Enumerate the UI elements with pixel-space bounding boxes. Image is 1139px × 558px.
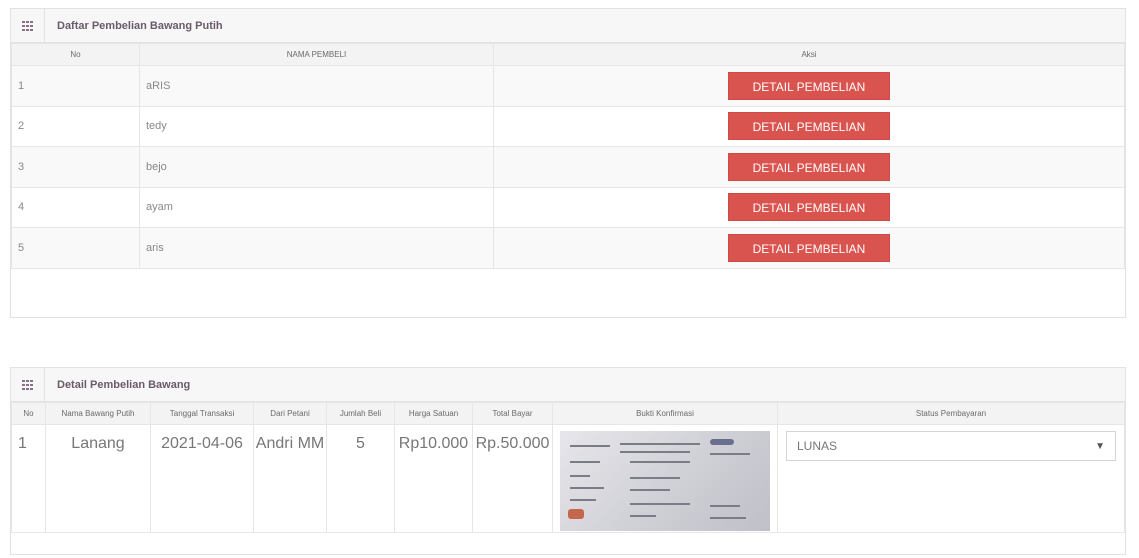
column-header-nama-bawang-putih: Nama Bawang Putih bbox=[45, 402, 151, 425]
row-number: 2 bbox=[11, 105, 140, 147]
row-number: 5 bbox=[11, 227, 140, 269]
table-grid-icon bbox=[11, 8, 45, 43]
selected-status: LUNAS bbox=[797, 439, 838, 453]
panel-header: Detail Pembelian Bawang bbox=[11, 367, 1125, 402]
detail-pembelian-button[interactable]: DETAIL PEMBELIAN bbox=[728, 193, 890, 222]
table-row: 5 aris DETAIL PEMBELIAN bbox=[11, 227, 1125, 269]
detail-pembelian-button[interactable]: DETAIL PEMBELIAN bbox=[728, 112, 890, 141]
row-number: 1 bbox=[11, 65, 140, 107]
table-row: 1 Lanang 2021-04-06 Andri MM 5 Rp10.000 … bbox=[11, 424, 1125, 533]
purchase-list-panel: Daftar Pembelian Bawang Putih No NAMA PE… bbox=[10, 8, 1126, 318]
buyer-name: aris bbox=[139, 227, 494, 269]
purchase-list-table: No NAMA PEMBELI Aksi 1 aRIS DETAIL PEMBE… bbox=[11, 43, 1125, 269]
detail-pembelian-button[interactable]: DETAIL PEMBELIAN bbox=[728, 71, 890, 100]
total-bayar-cell: Rp.50.000 bbox=[472, 424, 553, 533]
chevron-down-icon: ▼ bbox=[1095, 440, 1105, 452]
row-number: 3 bbox=[11, 146, 140, 188]
panel-title: Daftar Pembelian Bawang Putih bbox=[57, 19, 223, 32]
column-header-dari-petani: Dari Petani bbox=[253, 402, 327, 425]
row-number: 1 bbox=[11, 424, 46, 533]
harga-satuan-cell: Rp10.000 bbox=[394, 424, 473, 533]
buyer-name: tedy bbox=[139, 105, 494, 147]
buyer-name: ayam bbox=[139, 186, 494, 228]
panel-title: Detail Pembelian Bawang bbox=[57, 378, 191, 391]
table-grid-icon bbox=[11, 367, 45, 402]
payment-proof-image[interactable] bbox=[560, 431, 770, 531]
purchase-detail-panel: Detail Pembelian Bawang No Nama Bawang P… bbox=[10, 367, 1126, 555]
jumlah-beli-cell: 5 bbox=[326, 424, 395, 533]
column-header-no: No bbox=[11, 43, 140, 66]
nama-bawang-cell: Lanang bbox=[45, 424, 151, 533]
detail-pembelian-button[interactable]: DETAIL PEMBELIAN bbox=[728, 233, 890, 262]
buyer-name: bejo bbox=[139, 146, 494, 188]
table-row: 1 aRIS DETAIL PEMBELIAN bbox=[11, 65, 1125, 107]
table-row: 2 tedy DETAIL PEMBELIAN bbox=[11, 105, 1125, 147]
column-header-jumlah-beli: Jumlah Beli bbox=[326, 402, 395, 425]
column-header-no: No bbox=[11, 402, 46, 425]
column-header-tanggal-transaksi: Tanggal Transaksi bbox=[150, 402, 254, 425]
row-number: 4 bbox=[11, 186, 140, 228]
column-header-total-bayar: Total Bayar bbox=[472, 402, 553, 425]
buyer-name: aRIS bbox=[139, 65, 494, 107]
dari-petani-cell: Andri MM bbox=[253, 424, 327, 533]
column-header-nama-pembeli: NAMA PEMBELI bbox=[139, 43, 494, 66]
purchase-detail-table: No Nama Bawang Putih Tanggal Transaksi D… bbox=[11, 402, 1125, 533]
column-header-harga-satuan: Harga Satuan bbox=[394, 402, 473, 425]
table-row: 3 bejo DETAIL PEMBELIAN bbox=[11, 146, 1125, 188]
status-pembayaran-select[interactable]: LUNAS ▼ bbox=[786, 431, 1116, 461]
tanggal-transaksi-cell: 2021-04-06 bbox=[150, 424, 254, 533]
panel-header: Daftar Pembelian Bawang Putih bbox=[11, 8, 1125, 43]
detail-pembelian-button[interactable]: DETAIL PEMBELIAN bbox=[728, 152, 890, 181]
column-header-aksi: Aksi bbox=[493, 43, 1125, 66]
column-header-status-pembayaran: Status Pembayaran bbox=[777, 402, 1125, 425]
table-row: 4 ayam DETAIL PEMBELIAN bbox=[11, 186, 1125, 228]
column-header-bukti-konfirmasi: Bukti Konfirmasi bbox=[552, 402, 778, 425]
